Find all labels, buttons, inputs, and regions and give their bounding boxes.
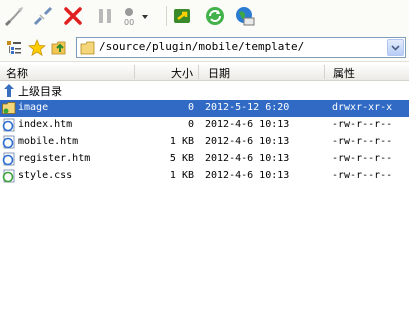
address-bar: /source/plugin/mobile/template/ (0, 33, 409, 62)
file-date: 2012-4-6 10:13 (205, 136, 290, 147)
folder-icon (2, 102, 16, 114)
column-name[interactable]: 名称 (6, 65, 28, 81)
file-name: register.htm (18, 153, 91, 164)
toolbar: 00 (0, 0, 409, 33)
file-size: 1 KB (169, 136, 194, 147)
parent-directory-label: 上级目录 (18, 85, 62, 98)
parent-directory-row[interactable]: 上级目录 (0, 82, 409, 99)
column-divider[interactable] (134, 65, 135, 79)
file-row[interactable]: register.htm 5 KB 2012-4-6 10:13 -rw-r--… (0, 151, 409, 168)
file-name: image (18, 102, 49, 113)
chevron-down-icon (391, 44, 400, 51)
column-divider[interactable] (198, 65, 199, 79)
transfer-mode-icon[interactable]: 00 (120, 3, 150, 29)
file-attributes: -rw-r--r-- (332, 170, 393, 181)
address-path: /source/plugin/mobile/template/ (99, 40, 305, 53)
column-divider[interactable] (324, 65, 325, 79)
address-dropdown-button[interactable] (387, 39, 404, 56)
html-file-icon (2, 152, 15, 166)
cancel-icon[interactable] (60, 3, 86, 29)
tree-view-icon[interactable] (4, 38, 24, 58)
connect-icon[interactable] (2, 3, 28, 29)
address-input[interactable]: /source/plugin/mobile/template/ (76, 37, 406, 58)
pause-icon[interactable] (92, 3, 118, 29)
file-attributes: -rw-r--r-- (332, 136, 393, 147)
file-name: mobile.htm (18, 136, 79, 147)
column-header: 名称 大小 日期 属性 (0, 63, 409, 81)
file-row[interactable]: style.css 1 KB 2012-4-6 10:13 -rw-r--r-- (0, 168, 409, 185)
file-attributes: -rw-r--r-- (332, 119, 393, 130)
file-size: 0 (187, 119, 194, 130)
html-file-icon (2, 118, 15, 132)
file-row[interactable]: mobile.htm 1 KB 2012-4-6 10:13 -rw-r--r-… (0, 134, 409, 151)
globe-icon[interactable] (232, 3, 258, 29)
column-size[interactable]: 大小 (171, 65, 193, 81)
file-size: 5 KB (169, 153, 194, 164)
file-size: 1 KB (169, 170, 194, 181)
refresh-icon[interactable] (202, 3, 228, 29)
file-name: index.htm (18, 119, 73, 130)
file-attributes: -rw-r--r-- (332, 153, 393, 164)
file-row[interactable]: index.htm 0 2012-4-6 10:13 -rw-r--r-- (0, 117, 409, 134)
column-attributes[interactable]: 属性 (333, 65, 355, 81)
file-row[interactable]: image 0 2012-5-12 6:20 drwxr-xr-x (0, 100, 409, 117)
favorites-star-icon[interactable] (27, 38, 47, 58)
file-size: 0 (187, 102, 194, 113)
folder-icon (80, 41, 96, 58)
toolbar-separator (166, 6, 167, 26)
file-date: 2012-4-6 10:13 (205, 170, 290, 181)
html-file-icon (2, 135, 15, 149)
column-date[interactable]: 日期 (208, 65, 230, 81)
file-name: style.css (18, 170, 73, 181)
file-date: 2012-4-6 10:13 (205, 153, 290, 164)
file-date: 2012-5-12 6:20 (205, 102, 290, 113)
up-arrow-icon (2, 83, 16, 101)
css-file-icon (2, 169, 15, 183)
parent-folder-icon[interactable] (50, 38, 70, 58)
file-date: 2012-4-6 10:13 (205, 119, 290, 130)
file-attributes: drwxr-xr-x (332, 102, 393, 113)
svg-text:00: 00 (124, 18, 134, 27)
disconnect-icon[interactable] (30, 3, 56, 29)
go-icon[interactable] (170, 3, 196, 29)
